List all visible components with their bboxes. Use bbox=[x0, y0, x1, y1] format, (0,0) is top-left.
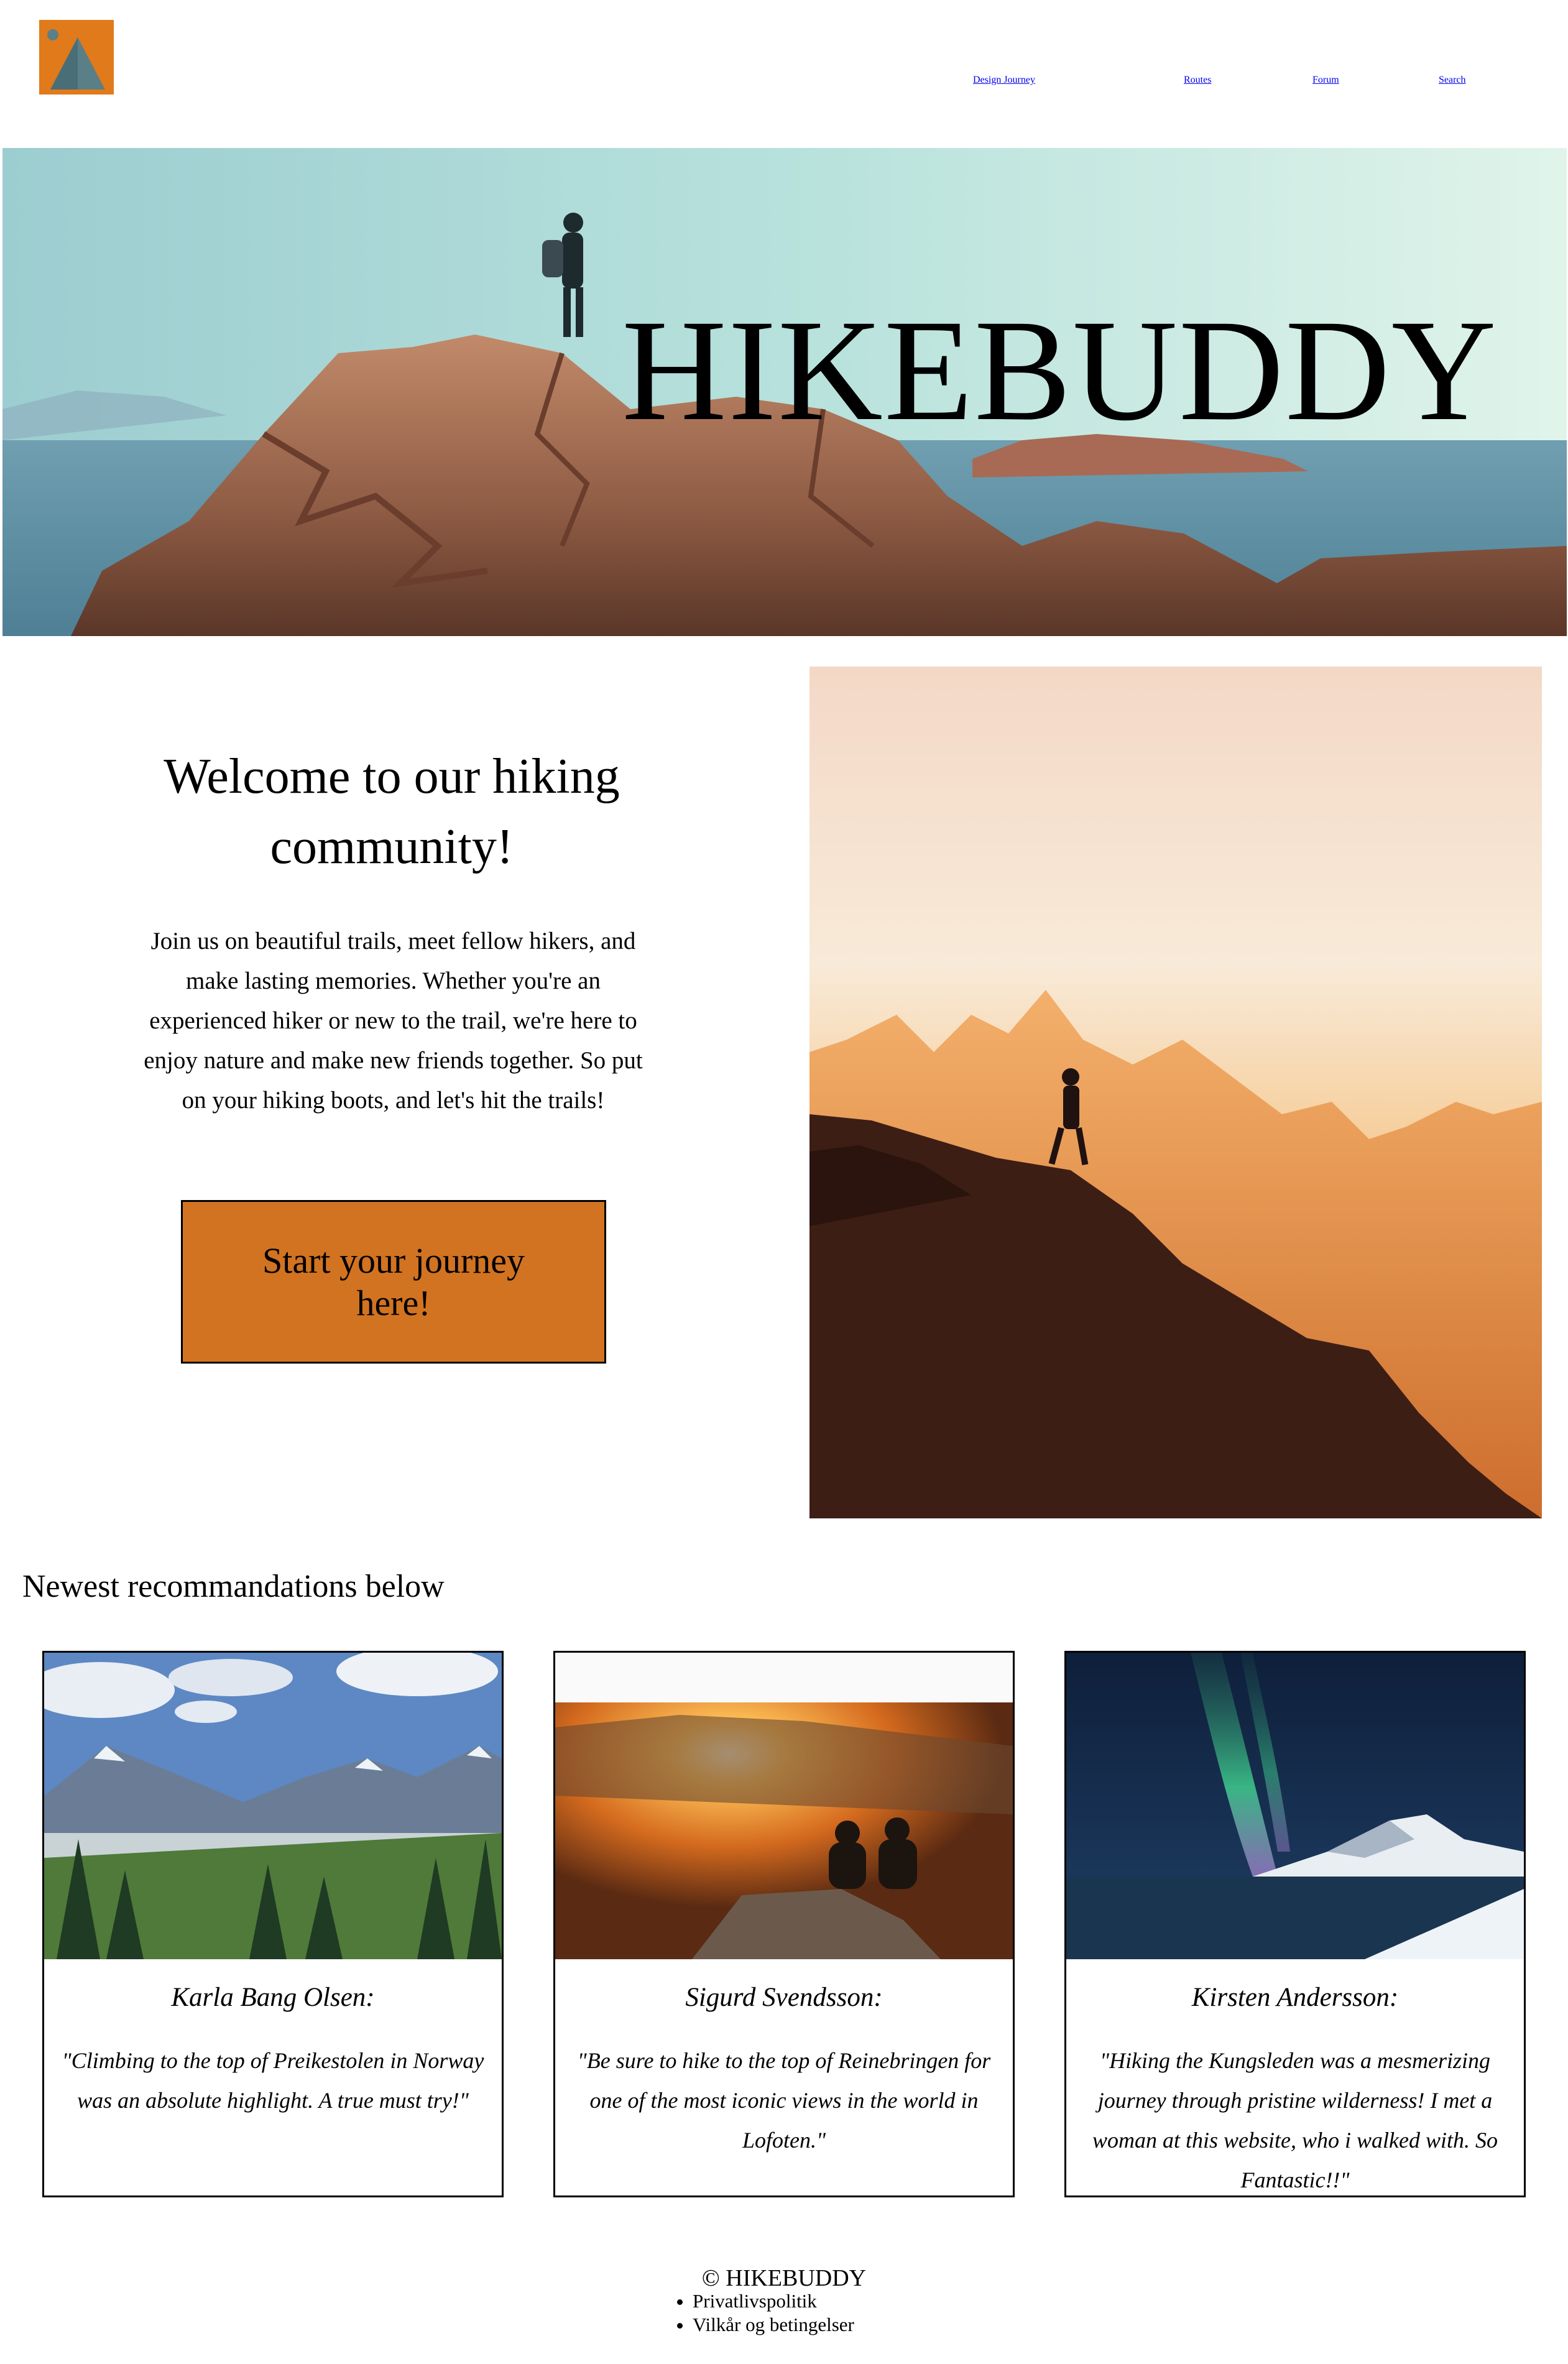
card-image bbox=[555, 1653, 1013, 1959]
start-journey-button[interactable]: Start your journey here! bbox=[181, 1200, 606, 1364]
card-image bbox=[44, 1653, 502, 1959]
recommendations-title: Newest recommandations below bbox=[22, 1569, 445, 1604]
card-author: Karla Bang Olsen: bbox=[171, 1983, 375, 2012]
hiker-sunset-ridge-photo bbox=[809, 667, 1542, 1518]
hero-title: HIKEBUDDY bbox=[622, 289, 1498, 451]
card-author: Kirsten Andersson: bbox=[1191, 1983, 1399, 2012]
card-author: Sigurd Svendsson: bbox=[685, 1983, 883, 2012]
mountain-valley-photo bbox=[44, 1653, 502, 1959]
footer-link-privacy[interactable]: Privatlivspolitik bbox=[693, 2289, 854, 2313]
recommendation-card: Karla Bang Olsen: "Climbing to the top o… bbox=[42, 1651, 504, 2197]
recommendation-card: Sigurd Svendsson: "Be sure to hike to th… bbox=[553, 1651, 1015, 2197]
sunset-hikers-photo bbox=[555, 1653, 1013, 1959]
welcome-title: Welcome to our hiking community! bbox=[164, 749, 620, 874]
nav-forum[interactable]: Forum bbox=[1312, 75, 1339, 86]
northern-lights-photo bbox=[1066, 1653, 1524, 1959]
footer-link-terms[interactable]: Vilkår og betingelser bbox=[693, 2313, 854, 2337]
side-photo bbox=[809, 667, 1542, 1518]
footer-links: Privatlivspolitik Vilkår og betingelser bbox=[653, 2289, 854, 2337]
nav-search[interactable]: Search bbox=[1439, 75, 1466, 86]
welcome-text: Join us on beautiful trails, meet fellow… bbox=[144, 928, 643, 1114]
card-image bbox=[1066, 1653, 1524, 1959]
card-quote: "Climbing to the top of Preikestolen in … bbox=[62, 2048, 484, 2113]
mountain-logo-icon[interactable] bbox=[39, 20, 114, 95]
nav-design-journey[interactable]: Design Journey bbox=[973, 75, 1035, 86]
nav-routes[interactable]: Routes bbox=[1184, 75, 1211, 86]
card-quote: "Be sure to hike to the top of Reinebrin… bbox=[577, 2048, 991, 2153]
card-quote: "Hiking the Kungsleden was a mesmerizing… bbox=[1092, 2048, 1498, 2192]
footer-copyright: © HIKEBUDDY bbox=[701, 2265, 867, 2291]
recommendation-card: Kirsten Andersson: "Hiking the Kungslede… bbox=[1064, 1651, 1526, 2197]
